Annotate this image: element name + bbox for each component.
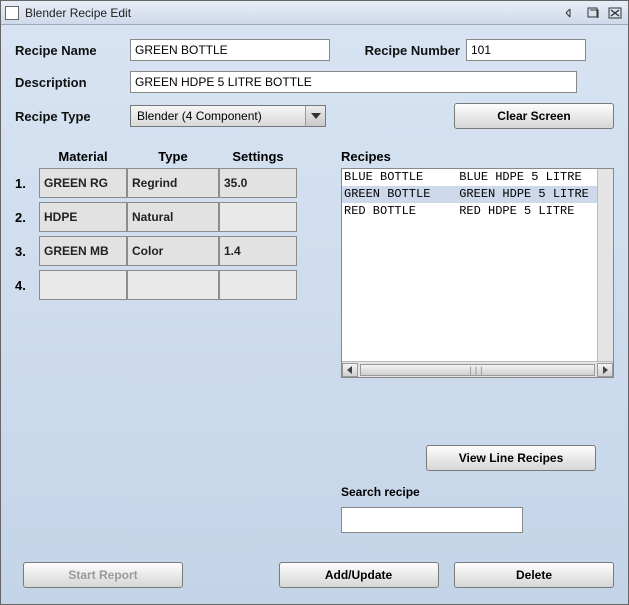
recipes-panel: Recipes BLUE BOTTLE BLUE HDPE 5 LITREGRE… [341,149,614,378]
minimize-icon[interactable] [562,5,580,21]
material-row: 1.GREEN RGRegrind35.0 [15,168,315,198]
type-cell[interactable]: Regrind [127,168,219,198]
row-number: 3. [15,236,39,266]
window-title: Blender Recipe Edit [25,6,131,20]
col-type: Type [127,149,219,164]
material-row: 4. [15,270,315,300]
recipe-name-input[interactable] [130,39,330,61]
recipe-type-combo[interactable]: Blender (4 Component) [130,105,326,127]
row-number: 4. [15,270,39,300]
vertical-scrollbar[interactable] [597,169,613,361]
titlebar: Blender Recipe Edit [1,1,628,25]
material-cell[interactable] [39,270,127,300]
type-cell[interactable] [127,270,219,300]
scroll-thumb[interactable]: ||| [360,364,595,376]
chevron-down-icon[interactable] [305,106,325,126]
scroll-left-icon[interactable] [342,363,358,377]
start-report-button[interactable]: Start Report [23,562,183,588]
app-icon [5,6,19,20]
recipes-listbox[interactable]: BLUE BOTTLE BLUE HDPE 5 LITREGREEN BOTTL… [341,168,614,378]
scroll-right-icon[interactable] [597,363,613,377]
clear-screen-button[interactable]: Clear Screen [454,103,614,129]
settings-cell[interactable]: 1.4 [219,236,297,266]
recipes-header: Recipes [341,149,614,164]
material-row: 2.HDPENatural [15,202,315,232]
material-cell[interactable]: HDPE [39,202,127,232]
add-update-button[interactable]: Add/Update [279,562,439,588]
window: Blender Recipe Edit Recipe Name Recipe N… [0,0,629,605]
recipe-type-label: Recipe Type [15,109,130,124]
row-number: 1. [15,168,39,198]
content-area: Recipe Name Recipe Number Description Re… [1,25,628,604]
recipe-name-label: Recipe Name [15,43,130,58]
material-grid: Material Type Settings 1.GREEN RGRegrind… [15,149,315,304]
description-input[interactable] [130,71,577,93]
row-number: 2. [15,202,39,232]
description-label: Description [15,75,130,90]
search-label: Search recipe [341,485,523,499]
search-input[interactable] [341,507,523,533]
col-material: Material [39,149,127,164]
type-cell[interactable]: Natural [127,202,219,232]
type-cell[interactable]: Color [127,236,219,266]
view-line-recipes-button[interactable]: View Line Recipes [426,445,596,471]
settings-cell[interactable] [219,270,297,300]
list-item[interactable]: BLUE BOTTLE BLUE HDPE 5 LITRE [342,169,597,186]
delete-button[interactable]: Delete [454,562,614,588]
settings-cell[interactable]: 35.0 [219,168,297,198]
material-cell[interactable]: GREEN MB [39,236,127,266]
maximize-icon[interactable] [584,5,602,21]
settings-cell[interactable] [219,202,297,232]
recipe-type-value: Blender (4 Component) [131,109,305,123]
col-settings: Settings [219,149,297,164]
recipe-number-label: Recipe Number [354,43,466,58]
list-item[interactable]: GREEN BOTTLE GREEN HDPE 5 LITRE [342,186,597,203]
search-area: Search recipe [341,485,523,533]
recipe-number-input[interactable] [466,39,586,61]
material-row: 3.GREEN MBColor1.4 [15,236,315,266]
list-item[interactable]: RED BOTTLE RED HDPE 5 LITRE [342,203,597,220]
horizontal-scrollbar[interactable]: ||| [342,361,613,377]
material-cell[interactable]: GREEN RG [39,168,127,198]
close-icon[interactable] [606,5,624,21]
